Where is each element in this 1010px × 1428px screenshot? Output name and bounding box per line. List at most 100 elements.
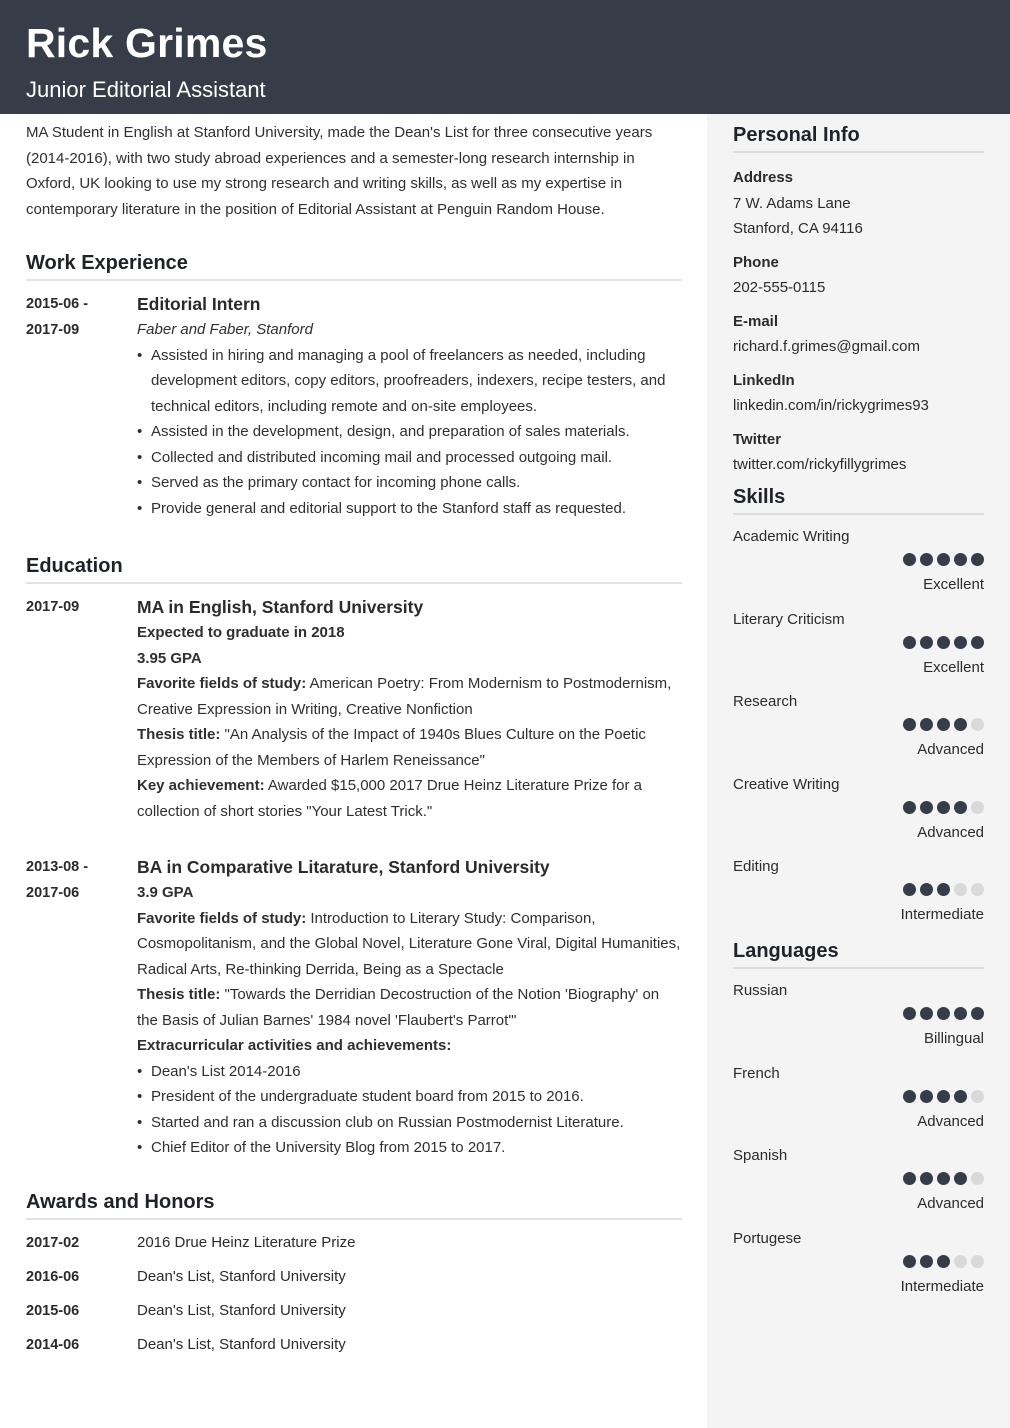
rating-dot-filled-icon: [920, 800, 933, 814]
rating-dot-filled-icon: [954, 1007, 967, 1020]
rating-dot-empty-icon: [954, 1254, 967, 1268]
award-date: 2014-06: [26, 1336, 80, 1353]
rating-dot-filled-icon: [937, 553, 950, 566]
award-name: Dean's List, Stanford University: [137, 1268, 346, 1285]
fields-label: Favorite fields of study:: [137, 675, 307, 692]
skill-rating-dots: [903, 718, 984, 732]
award-date: 2015-06: [26, 1302, 80, 1319]
education-section: Education 2017-09 MA in English, Stanfor…: [26, 555, 682, 1161]
education-entry-date: 2017-09: [26, 599, 80, 615]
language-rating-dots: [903, 1089, 984, 1103]
extracurricular-label: Extracurricular activities and achieveme…: [137, 1037, 452, 1054]
award-name: 2016 Drue Heinz Literature Prize: [137, 1234, 356, 1251]
skill-level: Advanced: [917, 823, 984, 841]
twitter-label: Twitter: [733, 430, 782, 448]
award-item: 2016-06 Dean's List, Stanford University: [26, 1260, 682, 1294]
work-entry-date: 2015-06 - 2017-09: [26, 296, 89, 338]
education-achievement: Key achievement: Awarded $15,000 2017 Dr…: [137, 773, 682, 824]
award-date: 2016-06: [26, 1268, 80, 1285]
skill-rating-dots: [903, 635, 984, 649]
rating-dot-empty-icon: [954, 883, 967, 897]
language-name: Russian: [733, 982, 788, 999]
education-gpa: 3.95 GPA: [137, 649, 202, 667]
education-entry: 2017-09 MA in English, Stanford Universi…: [26, 594, 682, 824]
languages-section: Languages Russian Billingual French Advance…: [733, 940, 984, 1311]
language-item: Spanish Advanced: [733, 1146, 984, 1229]
work-bullets: Assisted in hiring and managing a pool o…: [137, 343, 682, 522]
languages-title: Languages: [733, 940, 984, 969]
skills-section: Skills Academic Writing Excellent Literary…: [733, 486, 984, 940]
personal-info-title: Personal Info: [733, 124, 984, 153]
work-entry: 2015-06 - 2017-09 Editorial Intern Faber…: [26, 291, 682, 521]
rating-dot-filled-icon: [937, 718, 950, 732]
education-title: Education: [26, 555, 682, 584]
extracurricular-bullet: Dean's List 2014-2016: [137, 1059, 682, 1085]
rating-dot-filled-icon: [920, 635, 933, 649]
skill-item: Editing Intermediate: [733, 857, 984, 940]
thesis-label: Thesis title:: [137, 726, 221, 743]
extracurricular-bullet: President of the undergraduate student b…: [137, 1084, 682, 1110]
skill-name: Editing: [733, 858, 779, 876]
skills-title: Skills: [733, 486, 984, 515]
extracurricular-bullet: Started and ran a discussion club on Rus…: [137, 1110, 682, 1136]
twitter-value[interactable]: twitter.com/rickyfillygrimes: [733, 452, 984, 478]
rating-dot-empty-icon: [971, 1254, 984, 1268]
rating-dot-filled-icon: [954, 1172, 967, 1186]
rating-dot-filled-icon: [903, 883, 916, 897]
rating-dot-empty-icon: [971, 883, 984, 897]
education-thesis: Thesis title: "Towards the Derridian Dec…: [137, 982, 682, 1033]
email-value[interactable]: richard.f.grimes@gmail.com: [733, 334, 984, 360]
rating-dot-filled-icon: [903, 1172, 916, 1186]
awards-title: Awards and Honors: [26, 1191, 682, 1220]
rating-dot-filled-icon: [937, 1007, 950, 1020]
address-label: Address: [733, 169, 794, 186]
rating-dot-filled-icon: [920, 1007, 933, 1020]
skill-rating-dots: [903, 800, 984, 814]
skill-rating-dots: [903, 883, 984, 897]
candidate-title: Junior Editorial Assistant: [26, 77, 266, 102]
rating-dot-filled-icon: [937, 883, 950, 897]
twitter-group: Twitter twitter.com/rickyfillygrimes: [733, 427, 984, 478]
phone-label: Phone: [733, 253, 779, 271]
education-entry-date: 2013-08 - 2017-06: [26, 859, 89, 901]
skills-list: Academic Writing Excellent Literary Critic…: [733, 527, 984, 940]
work-experience-section: Work Experience 2015-06 - 2017-09 Editor…: [26, 252, 682, 521]
skill-item: Creative Writing Advanced: [733, 775, 984, 858]
language-rating-dots: [903, 1007, 984, 1020]
education-expected: Expected to graduate in 2018: [137, 624, 345, 641]
rating-dot-filled-icon: [937, 1172, 950, 1186]
rating-dot-filled-icon: [920, 553, 933, 566]
work-company: Faber and Faber, Stanford: [137, 321, 313, 338]
address-line1: 7 W. Adams Lane: [733, 194, 851, 212]
fields-label: Favorite fields of study:: [137, 909, 307, 927]
education-degree: MA in English, Stanford University: [137, 597, 424, 617]
work-bullet: Collected and distributed incoming mail …: [137, 445, 682, 471]
skill-name: Creative Writing: [733, 775, 840, 793]
rating-dot-filled-icon: [920, 1089, 933, 1103]
rating-dot-empty-icon: [971, 800, 984, 814]
education-entry: 2013-08 - 2017-06 BA in Comparative Lita…: [26, 854, 682, 1161]
linkedin-label: LinkedIn: [733, 371, 795, 389]
rating-dot-filled-icon: [920, 883, 933, 897]
rating-dot-filled-icon: [903, 718, 916, 732]
work-experience-title: Work Experience: [26, 252, 682, 281]
extracurricular-bullet: Chief Editor of the University Blog from…: [137, 1135, 682, 1161]
sidebar: Personal Info Address 7 W. Adams Lane St…: [707, 114, 1010, 1428]
rating-dot-filled-icon: [954, 1089, 967, 1103]
rating-dot-filled-icon: [971, 635, 984, 649]
awards-section: Awards and Honors 2017-02 2016 Drue Hein…: [26, 1191, 682, 1362]
rating-dot-filled-icon: [903, 1254, 916, 1268]
language-name: Portugese: [733, 1229, 802, 1247]
rating-dot-filled-icon: [903, 1007, 916, 1020]
skill-rating-dots: [903, 553, 984, 566]
skill-name: Literary Criticism: [733, 610, 845, 628]
award-name: Dean's List, Stanford University: [137, 1302, 346, 1319]
work-bullet: Assisted in hiring and managing a pool o…: [137, 343, 682, 420]
linkedin-value[interactable]: linkedin.com/in/rickygrimes93: [733, 393, 984, 419]
work-bullet: Assisted in the development, design, and…: [137, 419, 682, 445]
rating-dot-filled-icon: [937, 800, 950, 814]
languages-list: Russian Billingual French Advanced Spanish Ad…: [733, 981, 984, 1311]
summary: MA Student in English at Stanford Univer…: [26, 124, 653, 218]
personal-info-section: Personal Info Address 7 W. Adams Lane St…: [733, 124, 984, 478]
language-rating-dots: [903, 1254, 984, 1268]
